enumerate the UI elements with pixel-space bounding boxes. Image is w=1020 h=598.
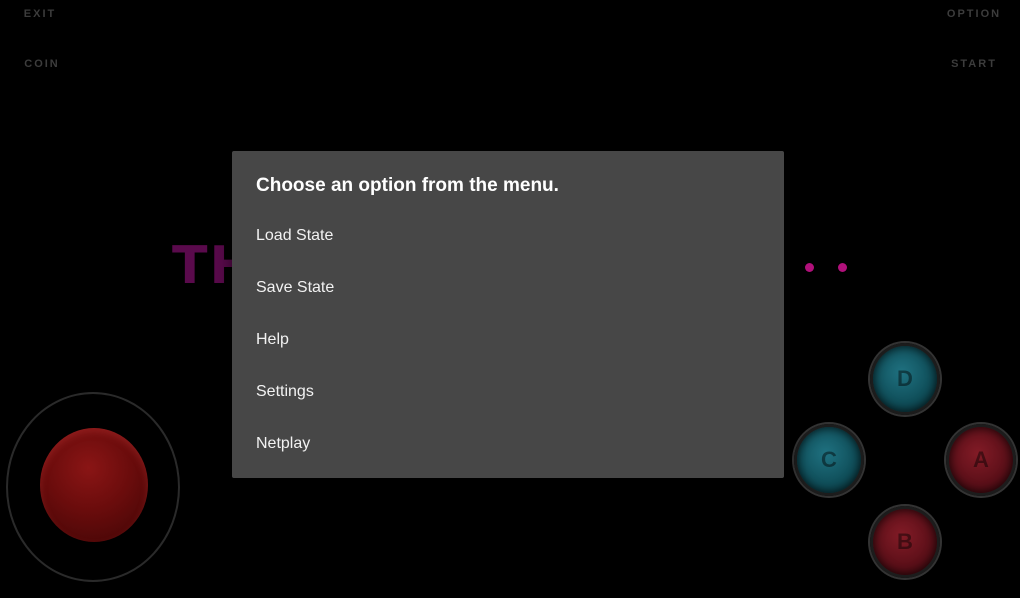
b-button[interactable]: B [870, 506, 940, 578]
coin-button[interactable]: COIN [2, 50, 82, 78]
a-button-label: A [973, 447, 989, 472]
menu-item-label: Load State [256, 227, 334, 244]
start-button[interactable]: START [934, 50, 1014, 78]
menu-item-label: Save State [256, 279, 335, 296]
menu-item-netplay[interactable]: Netplay [232, 418, 784, 470]
c-button[interactable]: C [794, 424, 864, 496]
c-button-label: C [821, 447, 837, 472]
b-button-label: B [897, 529, 913, 554]
menu-item-help[interactable]: Help [232, 314, 784, 366]
a-button[interactable]: A [946, 424, 1016, 496]
exit-label: EXIT [23, 8, 57, 20]
menu-item-label: Settings [256, 383, 314, 400]
d-button[interactable]: D [870, 343, 940, 415]
options-dialog: Choose an option from the menu. Load Sta… [232, 151, 784, 478]
menu-item-settings[interactable]: Settings [232, 366, 784, 418]
menu-item-save-state[interactable]: Save State [232, 262, 784, 314]
option-button[interactable]: OPTION [934, 0, 1014, 28]
menu-item-label: Help [256, 331, 289, 348]
game-dot [838, 263, 847, 272]
option-label: OPTION [946, 8, 1002, 20]
d-button-label: D [897, 366, 913, 391]
coin-label: COIN [24, 58, 60, 70]
menu-item-load-state[interactable]: Load State [232, 210, 784, 262]
dialog-title: Choose an option from the menu. [256, 175, 559, 196]
exit-button[interactable]: EXIT [0, 0, 80, 28]
menu-item-label: Netplay [256, 435, 311, 452]
start-label: START [951, 58, 997, 70]
game-dot [805, 263, 814, 272]
joystick-knob[interactable] [40, 428, 148, 542]
